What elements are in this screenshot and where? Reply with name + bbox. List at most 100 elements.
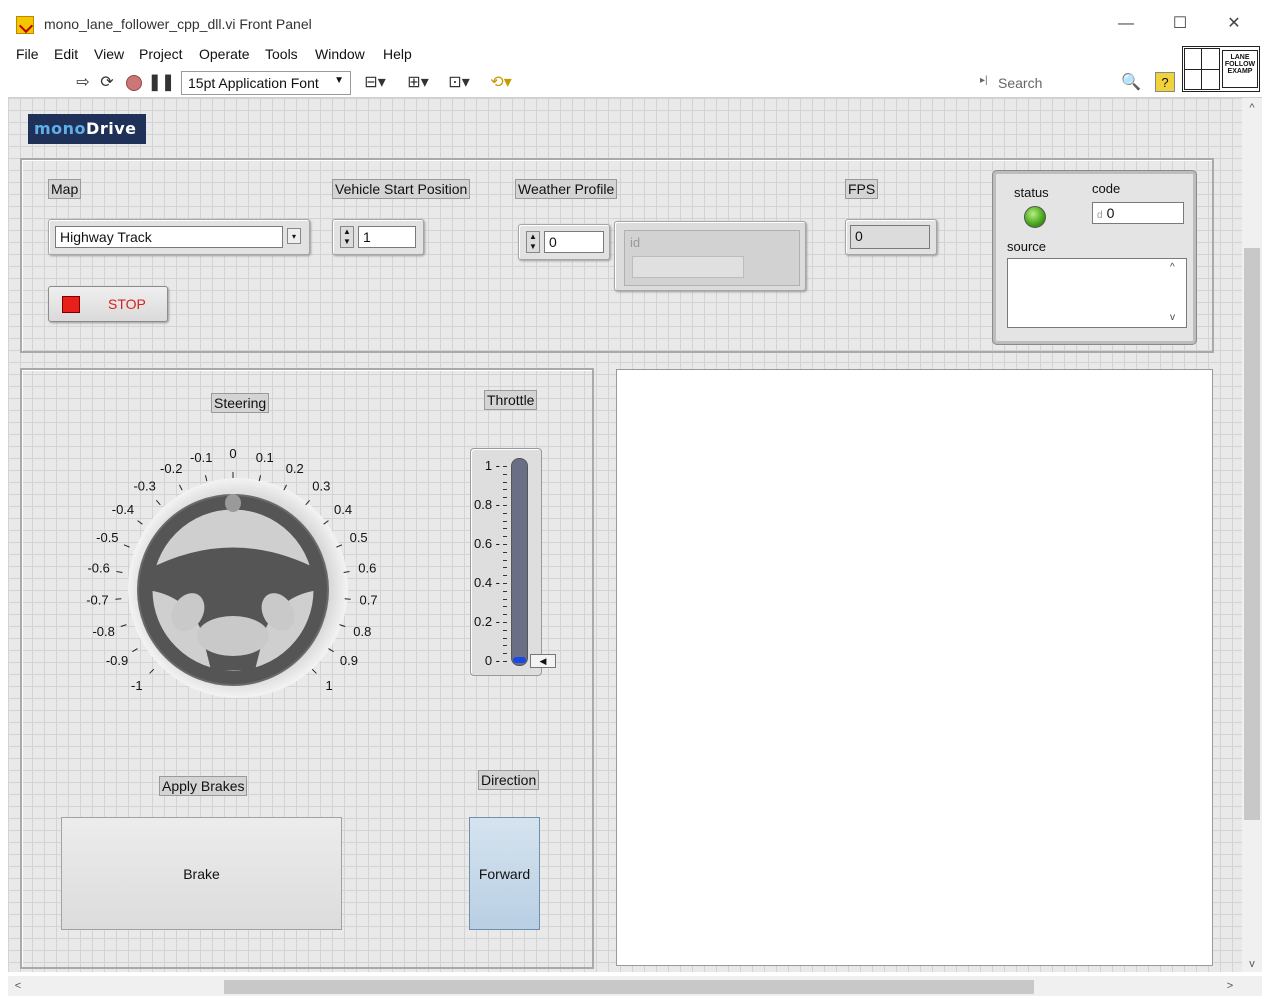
steering-tick-mark [123,544,130,548]
steering-tick-label: -0.1 [190,450,212,465]
steering-tick-mark [120,624,127,627]
steering-tick-mark [149,668,155,674]
fps-label: FPS [845,179,879,199]
throttle-minor-tick [503,590,507,592]
throttle-minor-tick [503,661,507,662]
throttle-minor-tick [503,512,507,514]
steering-tick-label: -0.2 [160,461,182,476]
pause-icon[interactable]: ❚❚ [148,72,175,94]
steering-tick-mark [328,648,334,653]
font-select[interactable]: 15pt Application Font ▼ [181,71,351,95]
steering-tick-label: -0.3 [133,479,155,494]
steering-tick-label: 0.8 [353,624,371,639]
search-expand-icon: ▸| [980,75,988,86]
start-position-label: Vehicle Start Position [332,179,471,199]
throttle-tick-label: 0 - [484,653,500,668]
align-objects-icon[interactable]: ⊟▾ [360,72,390,94]
throttle-minor-tick [503,520,507,522]
steering-tick-label: 1 [326,678,333,693]
throttle-track[interactable] [511,458,528,666]
resize-objects-icon[interactable]: ⊡▾ [444,72,474,94]
menu-help[interactable]: Help [383,46,412,62]
font-select-value: 15pt Application Font [188,75,319,91]
scroll-right-icon[interactable]: > [1222,980,1238,992]
throttle-minor-tick [503,544,507,545]
scroll-up-icon[interactable]: ^ [1244,102,1260,114]
menu-window[interactable]: Window [315,46,365,62]
map-select-value: Highway Track [60,229,152,245]
logo-part-mono: mono [34,119,87,138]
map-select[interactable]: Highway Track [55,226,283,248]
throttle-minor-tick [503,614,507,616]
close-button[interactable]: ✕ [1214,12,1254,36]
steering-tick-label: -0.7 [86,593,108,608]
steering-tick-label: -0.6 [87,561,109,576]
chevron-up-icon[interactable]: ^ [1170,262,1175,273]
steering-wheel-icon [137,494,329,686]
source-textbox[interactable] [1007,258,1187,328]
steering-tick-mark [339,624,346,627]
steering-tick-mark [343,571,350,573]
steering-tick-mark [311,668,317,674]
steering-tick-label: 0.5 [350,530,368,545]
throttle-minor-tick [503,598,507,600]
steering-tick-mark [323,520,329,525]
brake-button[interactable]: Brake [61,817,342,930]
steering-tick-label: -1 [131,678,143,693]
run-arrow-icon[interactable]: ⇨ [72,72,94,94]
steering-tick-mark [283,484,288,491]
start-position-spinner[interactable]: ▲ ▼ [340,226,354,248]
steering-tick-mark [137,520,143,525]
scroll-left-icon[interactable]: < [10,980,26,992]
map-label: Map [48,179,82,199]
steering-knob[interactable]: -1-0.9 -0.8 -0.7 -0.6 -0.5 -0.4 -0.3 -0.2 -0.1 0 0… [80,430,390,700]
fps-value: 0 [855,228,863,244]
menu-edit[interactable]: Edit [54,46,78,62]
direction-button[interactable]: Forward [469,817,540,930]
code-label: code [1092,181,1121,196]
steering-tick-label: 0.1 [256,450,274,465]
logo-part-drive: Drive [86,119,137,138]
menu-view[interactable]: View [94,46,124,62]
distribute-objects-icon[interactable]: ⊞▾ [403,72,433,94]
minimize-button[interactable]: — [1106,12,1146,36]
reorder-icon[interactable]: ⟲▾ [486,72,516,94]
run-continuously-icon[interactable]: ⟳ [96,72,118,94]
camera-image-display [616,369,1213,966]
throttle-slider-handle[interactable]: ◀ [530,654,556,668]
scroll-down-icon[interactable]: v [1244,958,1260,970]
weather-id-field [632,256,744,278]
maximize-button[interactable]: ☐ [1160,12,1200,36]
search-icon[interactable]: 🔍 [1120,72,1142,94]
throttle-tick-label: 0.2 - [474,614,501,629]
start-position-input[interactable]: 1 [358,226,416,248]
chevron-down-icon[interactable]: v [1170,312,1175,323]
window-title: mono_lane_follower_cpp_dll.vi Front Pane… [44,16,312,32]
stop-icon [62,296,80,313]
steering-tick-mark [155,499,161,506]
throttle-minor-tick [503,622,507,623]
horizontal-scroll-thumb[interactable] [224,980,1034,994]
vertical-scroll-thumb[interactable] [1244,248,1260,820]
steering-tick-label: 0.3 [312,479,330,494]
menu-project[interactable]: Project [139,46,183,62]
steering-tick-label: -0.4 [112,502,134,517]
help-icon[interactable]: ? [1155,72,1175,92]
steering-tick-mark [116,571,123,573]
weather-profile-spinner[interactable]: ▲ ▼ [526,231,540,253]
direction-label: Direction [478,770,540,790]
chevron-down-icon[interactable]: ▾ [287,228,301,244]
menu-operate[interactable]: Operate [199,46,250,62]
source-label: source [1007,239,1047,254]
throttle-minor-tick [503,551,507,553]
steering-tick-mark [258,475,262,482]
weather-profile-input[interactable]: 0 [544,231,604,253]
apply-brakes-label: Apply Brakes [159,776,248,796]
menu-file[interactable]: File [16,46,39,62]
menu-bar [8,42,1262,68]
steering-tick-label: 0.4 [334,502,352,517]
code-radix: d [1097,210,1103,221]
steering-tick-label: 0.6 [358,561,376,576]
abort-icon[interactable] [123,72,145,94]
menu-tools[interactable]: Tools [265,46,298,62]
